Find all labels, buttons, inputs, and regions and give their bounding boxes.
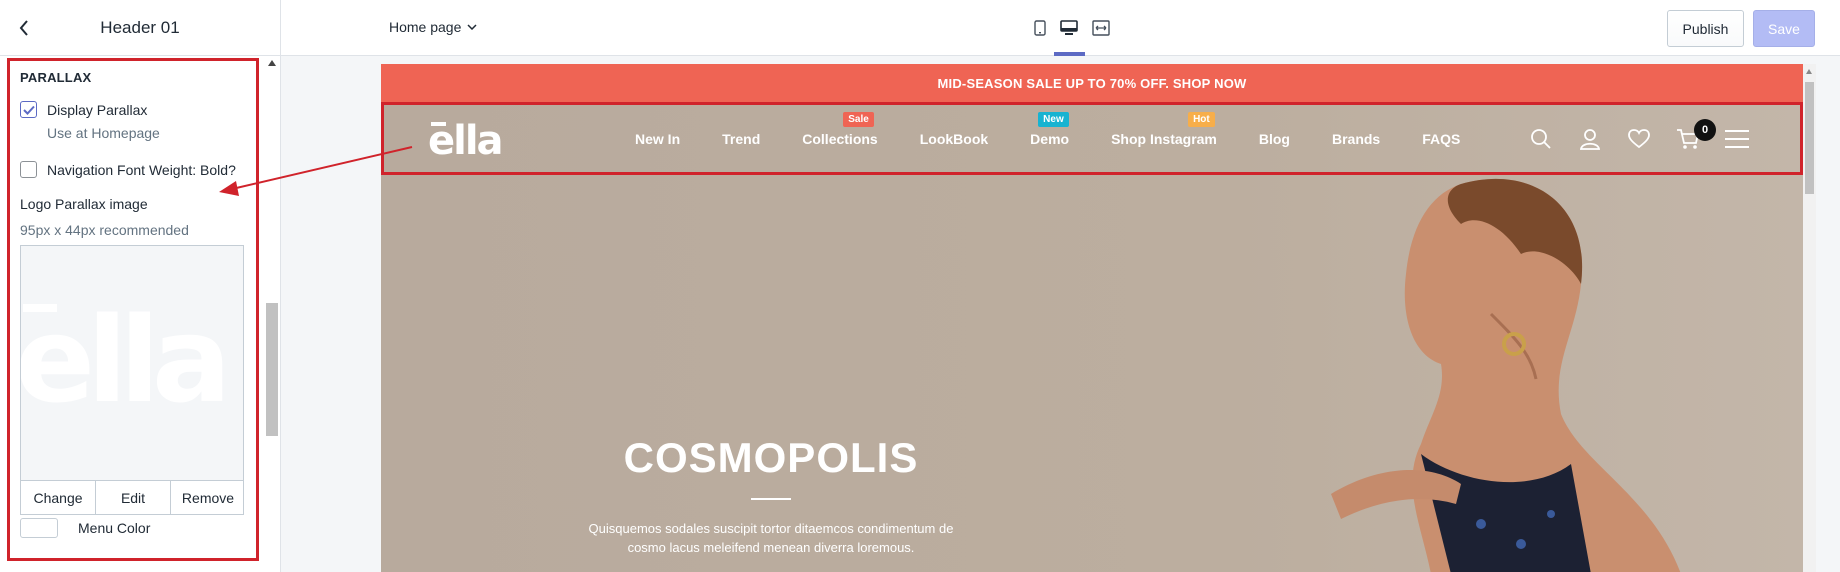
display-parallax-row[interactable]: Display Parallax xyxy=(20,101,147,118)
svg-text:ella: ella xyxy=(21,297,224,417)
nav-item-lookbook[interactable]: LookBook xyxy=(920,131,988,147)
scroll-up-icon[interactable] xyxy=(268,60,276,66)
logo-bar xyxy=(431,122,446,126)
fullscreen-view-button[interactable] xyxy=(1089,16,1113,40)
nav-item-faqs[interactable]: FAQS xyxy=(1422,131,1460,147)
hero-text-line-2: cosmo lacus meleifend menean diverra lor… xyxy=(627,540,915,555)
new-badge: New xyxy=(1038,112,1069,127)
scrollbar-thumb[interactable] xyxy=(1805,82,1814,194)
nav-label: Shop Instagram xyxy=(1111,131,1217,147)
menu-icon[interactable] xyxy=(1723,125,1751,153)
cart-count-badge: 0 xyxy=(1694,119,1716,141)
scroll-up-icon[interactable] xyxy=(1806,69,1812,74)
nav-label: FAQS xyxy=(1422,131,1461,147)
nav-label: Trend xyxy=(722,131,761,147)
nav-label: LookBook xyxy=(919,131,989,147)
announcement-bar[interactable]: MID-SEASON SALE UP TO 70% OFF. SHOP NOW xyxy=(381,64,1803,102)
publish-button[interactable]: Publish xyxy=(1667,10,1744,47)
sidebar-header: Header 01 xyxy=(0,0,280,56)
save-button[interactable]: Save xyxy=(1753,10,1815,47)
nav-font-bold-row[interactable]: Navigation Font Weight: Bold? xyxy=(20,161,236,178)
hero-title: COSMOPOLIS xyxy=(623,434,919,481)
page-selector[interactable]: Home page xyxy=(389,19,477,35)
nav-item-blog[interactable]: Blog xyxy=(1259,131,1290,147)
sidebar-title: Header 01 xyxy=(100,18,180,37)
change-image-button[interactable]: Change xyxy=(21,481,96,514)
check-icon xyxy=(22,105,35,115)
logo-image-preview[interactable]: ella xyxy=(21,246,243,468)
nav-item-demo[interactable]: New Demo xyxy=(1030,112,1070,147)
nav-item-collections[interactable]: Sale Collections xyxy=(802,112,878,147)
main-nav: New In Trend Sale Collections LookBook N… xyxy=(635,112,1502,147)
menu-color-row: Menu Color xyxy=(20,518,150,538)
mobile-icon xyxy=(1034,20,1046,36)
display-parallax-checkbox[interactable] xyxy=(20,101,37,118)
display-parallax-hint: Use at Homepage xyxy=(47,125,160,141)
hero-text-line-1: Quisquemos sodales suscipit tortor ditae… xyxy=(588,521,954,536)
parallax-settings-panel: PARALLAX Display Parallax Use at Homepag… xyxy=(7,58,259,561)
page-selector-label: Home page xyxy=(389,19,462,35)
edit-image-button[interactable]: Edit xyxy=(96,481,171,514)
sidebar-scrollbar[interactable] xyxy=(266,58,278,448)
nav-label: Demo xyxy=(1030,131,1070,147)
nav-label: Collections xyxy=(802,131,878,147)
nav-font-bold-label: Navigation Font Weight: Bold? xyxy=(47,161,236,178)
mobile-view-button[interactable] xyxy=(1028,16,1052,40)
nav-label: Blog xyxy=(1258,131,1290,147)
logo-size-hint: 95px x 44px recommended xyxy=(20,222,189,238)
section-title: PARALLAX xyxy=(20,70,92,85)
search-icon[interactable] xyxy=(1527,125,1555,153)
logo-image-picker: ella Change Edit Remove xyxy=(20,245,244,515)
desktop-view-button[interactable] xyxy=(1057,16,1081,40)
store-preview: MID-SEASON SALE UP TO 70% OFF. SHOP NOW … xyxy=(381,64,1803,572)
site-logo[interactable]: ella xyxy=(428,118,504,164)
nav-font-bold-checkbox[interactable] xyxy=(20,161,37,178)
preview-scrollbar[interactable] xyxy=(1803,64,1816,572)
menu-color-label: Menu Color xyxy=(78,520,151,536)
ella-logo-image: ella xyxy=(21,297,232,417)
remove-image-button[interactable]: Remove xyxy=(171,481,243,514)
nav-item-trend[interactable]: Trend xyxy=(722,131,760,147)
nav-item-new-in[interactable]: New In xyxy=(635,131,680,147)
fullscreen-icon xyxy=(1092,20,1110,36)
display-parallax-label: Display Parallax xyxy=(47,101,148,118)
hot-badge: Hot xyxy=(1188,112,1215,127)
nav-label: Brands xyxy=(1331,131,1381,147)
hero-model-image xyxy=(1331,178,1681,572)
site-header: ella New In Trend Sale Collections LookB… xyxy=(381,102,1803,175)
image-actions: Change Edit Remove xyxy=(21,480,243,514)
editor-topbar: Home page Publish Save xyxy=(281,0,1840,56)
nav-item-shop-instagram[interactable]: Hot Shop Instagram xyxy=(1111,112,1217,147)
settings-sidebar: Header 01 PARALLAX Display Parallax Use … xyxy=(0,0,281,572)
scrollbar-thumb[interactable] xyxy=(266,303,278,436)
account-icon[interactable] xyxy=(1576,125,1604,153)
hero-description: Quisquemos sodales suscipit tortor ditae… xyxy=(521,519,1021,557)
nav-label: New In xyxy=(635,131,681,147)
sale-badge: Sale xyxy=(843,112,874,127)
wishlist-icon[interactable] xyxy=(1625,125,1653,153)
menu-color-swatch[interactable] xyxy=(20,518,58,538)
chevron-down-icon xyxy=(467,24,477,30)
hero-divider xyxy=(751,498,791,500)
active-device-indicator xyxy=(1054,52,1085,56)
nav-item-brands[interactable]: Brands xyxy=(1332,131,1380,147)
desktop-icon xyxy=(1060,20,1078,35)
logo-parallax-label: Logo Parallax image xyxy=(20,196,148,212)
